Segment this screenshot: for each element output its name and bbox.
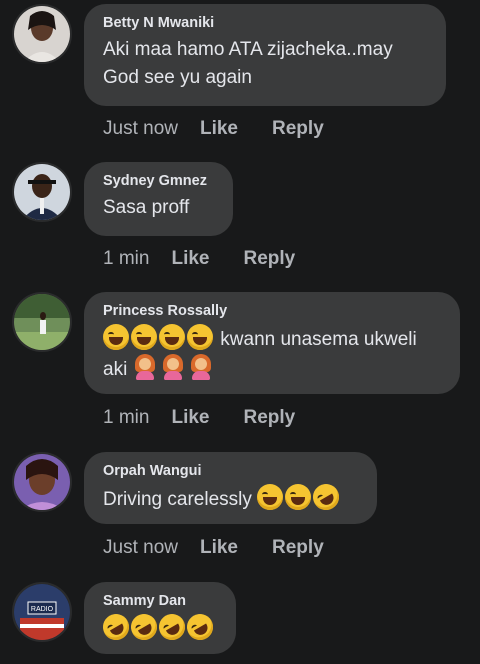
rolling-on-floor-laughing-icon — [154, 609, 190, 645]
comment-bubble: Princess Rossally kwann unasema ukweli a… — [84, 292, 460, 394]
comment-text-line: Driving carelessly — [103, 489, 252, 510]
face-with-tears-of-joy-icon — [103, 324, 129, 350]
comment-author[interactable]: Orpah Wangui — [103, 462, 359, 480]
face-with-tears-of-joy-icon — [285, 484, 312, 510]
comment-author[interactable]: Sydney Gmnez — [103, 172, 215, 190]
comment-text: Aki maa hamo ATA zijacheka..may God see … — [103, 36, 428, 92]
reply-button[interactable]: Reply — [272, 537, 324, 559]
avatar[interactable] — [12, 292, 72, 352]
comment-timestamp[interactable]: Just now — [103, 118, 178, 140]
reply-button[interactable]: Reply — [244, 248, 296, 270]
like-button[interactable]: Like — [171, 248, 209, 270]
like-button[interactable]: Like — [171, 407, 209, 429]
comment-actions: Just now Like Reply — [103, 118, 358, 140]
avatar[interactable] — [12, 162, 72, 222]
comment-author[interactable]: Princess Rossally — [103, 302, 442, 320]
comment-text: kwann unasema ukweli aki — [103, 324, 442, 384]
rolling-on-floor-laughing-icon — [182, 609, 218, 645]
comment-text: Driving carelessly — [103, 479, 359, 515]
face-with-tears-of-joy-icon — [257, 484, 284, 510]
comment-actions: Just now Like Reply — [103, 537, 358, 559]
comment-text: Sasa proff — [103, 197, 190, 218]
comment-bubble: Sammy Dan — [84, 582, 236, 654]
woman-facepalming-icon — [133, 354, 157, 380]
comment-timestamp[interactable]: 1 min — [103, 248, 149, 270]
svg-text:RADIO: RADIO — [31, 606, 54, 613]
comment-text-line: kwann unasema ukweli — [220, 329, 417, 350]
comment-bubble: Sydney Gmnez Sasa proff — [84, 162, 233, 236]
rolling-on-floor-laughing-icon — [126, 609, 162, 645]
avatar[interactable] — [12, 452, 72, 512]
face-with-tears-of-joy-icon — [159, 324, 185, 350]
like-button[interactable]: Like — [200, 537, 238, 559]
comment-actions: 1 min Like Reply — [103, 407, 329, 429]
rolling-on-floor-laughing-icon — [98, 609, 134, 645]
comment-actions: 1 min Like Reply — [103, 248, 329, 270]
comment-text-line: God see yu again — [103, 67, 252, 88]
comment-timestamp[interactable]: 1 min — [103, 407, 149, 429]
rolling-on-floor-laughing-icon — [308, 479, 344, 515]
comment-timestamp[interactable]: Just now — [103, 537, 178, 559]
avatar[interactable]: RADIO — [12, 582, 72, 642]
comment-bubble: Betty N Mwaniki Aki maa hamo ATA zijache… — [84, 4, 446, 106]
face-with-tears-of-joy-icon — [131, 324, 157, 350]
comment-author[interactable]: Betty N Mwaniki — [103, 14, 428, 32]
like-button[interactable]: Like — [200, 118, 238, 140]
reply-button[interactable]: Reply — [272, 118, 324, 140]
comment-bubble: Orpah Wangui Driving carelessly — [84, 452, 377, 524]
comment-text-line: Aki maa hamo ATA zijacheka..may — [103, 39, 393, 60]
comment-text — [98, 609, 218, 645]
reply-button[interactable]: Reply — [244, 407, 296, 429]
woman-facepalming-icon — [189, 354, 213, 380]
avatar[interactable] — [12, 4, 72, 64]
face-with-tears-of-joy-icon — [187, 324, 213, 350]
comment-text-line: aki — [103, 359, 128, 380]
woman-facepalming-icon — [161, 354, 185, 380]
comment-author[interactable]: Sammy Dan — [103, 592, 218, 610]
